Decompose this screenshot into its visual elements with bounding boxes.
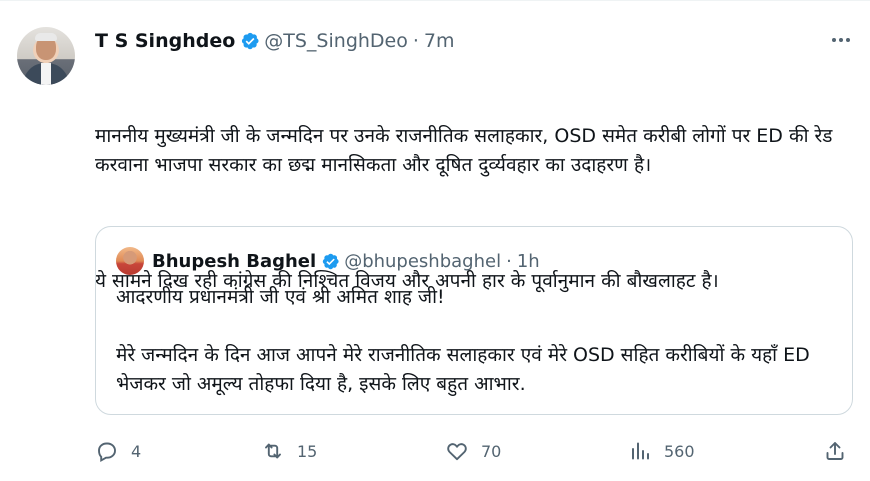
like-icon [447,443,467,461]
separator-dot: · [412,30,419,52]
author-name[interactable]: T S Singhdeo [95,30,235,52]
retweet-count: 15 [297,441,318,461]
quoted-author-name: Bhupesh Baghel [152,250,317,272]
reply-count: 4 [131,441,142,461]
top-divider [0,0,870,1]
views-icon [632,442,649,460]
quoted-tweet-timestamp: 1h [516,250,540,272]
like-button[interactable]: 70 [445,436,501,466]
tweet-paragraph: माननीय मुख्यमंत्री जी के जन्मदिन पर उनके… [95,125,839,176]
quoted-paragraph: मेरे जन्मदिन के दिन आज आपने मेरे राजनीति… [116,344,810,395]
quoted-tweet-header: Bhupesh Baghel @bhupeshbaghel · 1h [152,247,540,275]
author-avatar[interactable] [17,27,75,85]
quoted-tweet-card[interactable]: Bhupesh Baghel @bhupeshbaghel · 1h आदरणी… [95,226,853,415]
tweet-header: T S Singhdeo @TS_SinghDeo · 7m [95,28,455,54]
quoted-author-handle: @bhupeshbaghel [344,250,502,272]
tweet-actions-bar: 4 15 70 560 [95,436,855,466]
reply-button[interactable]: 4 [95,436,141,466]
retweet-icon [265,443,281,459]
quoted-author-avatar [116,247,144,275]
quoted-tweet-body: आदरणीय प्रधानमंत्री जी एवं श्री अमित शाह… [116,283,836,399]
tweet-timestamp[interactable]: 7m [424,30,455,52]
quoted-paragraph: आदरणीय प्रधानमंत्री जी एवं श्री अमित शाह… [116,286,445,308]
author-handle[interactable]: @TS_SinghDeo [264,30,408,52]
more-options-icon[interactable] [826,30,856,50]
views-count: 560 [664,441,695,461]
views-button[interactable]: 560 [628,436,695,466]
reply-icon [98,442,116,463]
separator-dot: · [506,250,512,272]
verified-badge-icon [242,32,259,50]
share-icon [826,442,844,460]
like-count: 70 [481,441,502,461]
verified-badge-icon [323,253,339,269]
share-button[interactable] [823,436,847,466]
retweet-button[interactable]: 15 [261,436,317,466]
